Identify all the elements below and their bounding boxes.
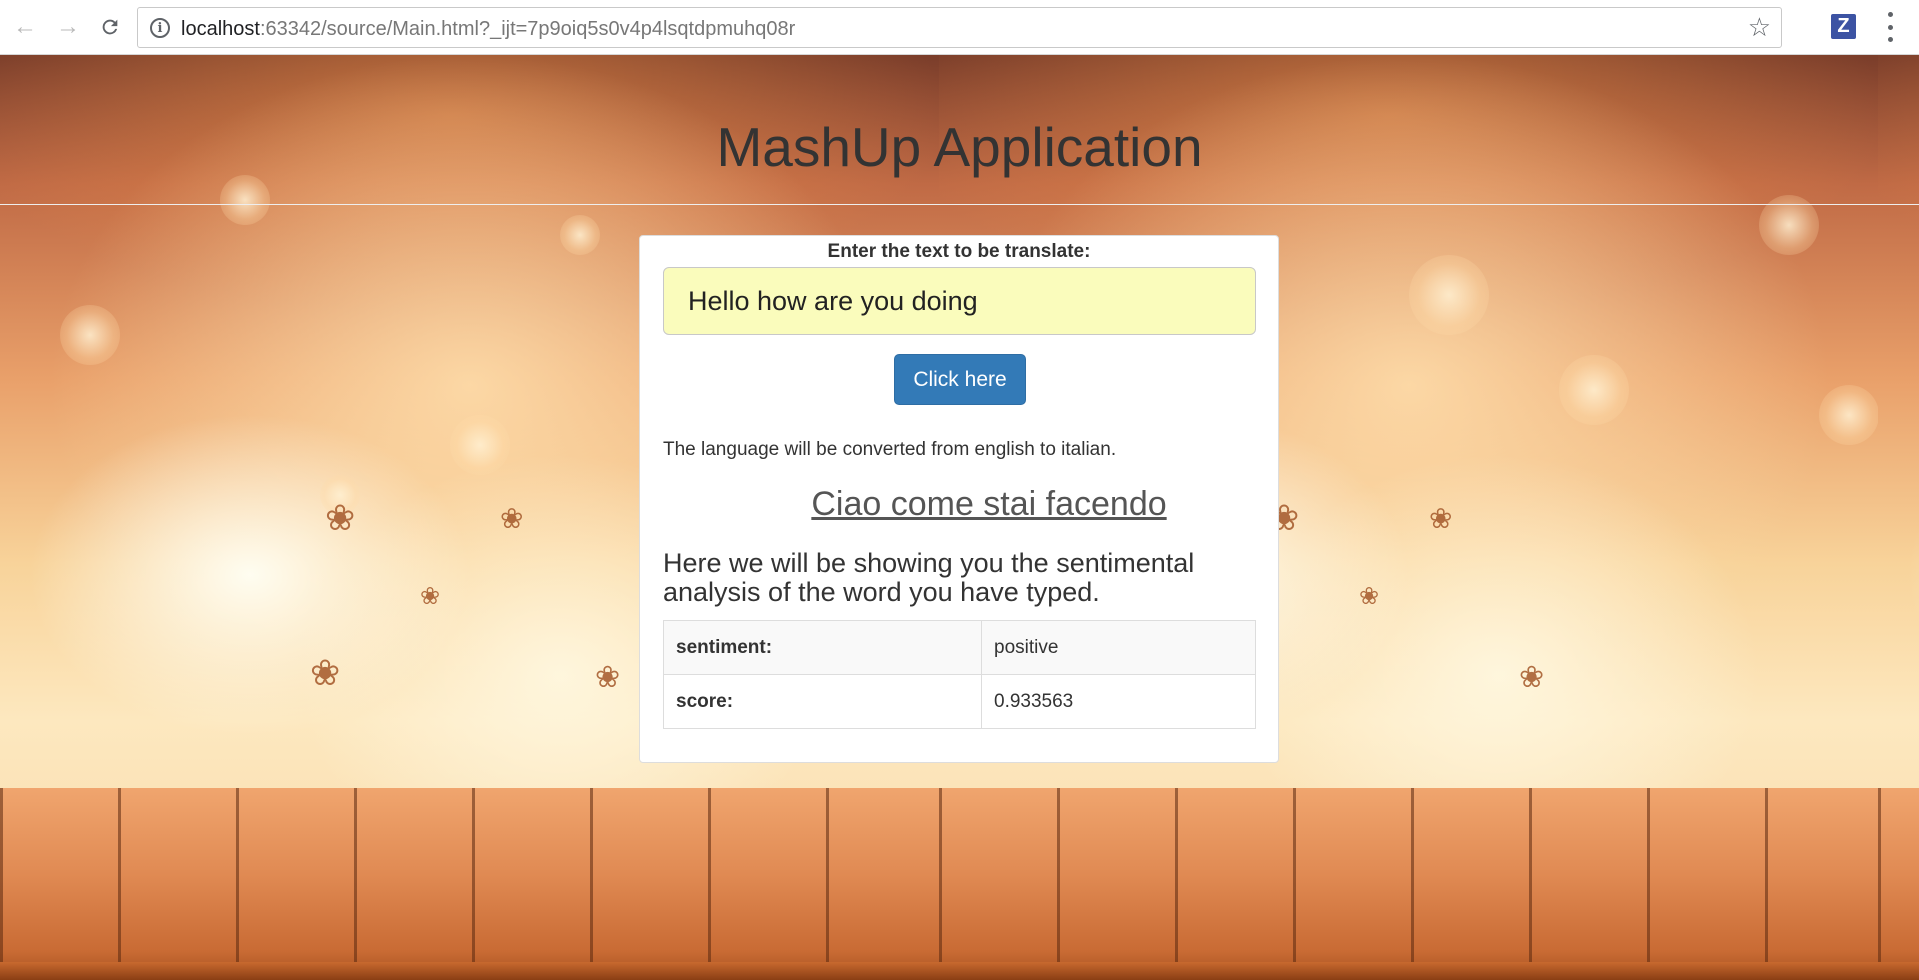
url-host: localhost [181,18,260,40]
url-text[interactable]: localhost:63342/source/Main.html?_ijt=7p… [181,18,795,41]
page-title: MashUp Application [716,116,1203,178]
butterfly-icon: ❀ [1519,661,1545,694]
table-cell-value: 0.933563 [981,674,1256,729]
reload-icon [102,19,118,35]
sentiment-description: Here we will be showing you the sentimen… [663,548,1195,607]
back-button[interactable]: ← [10,12,40,42]
background-panel [1878,55,1919,980]
table-cell-key: score: [663,674,982,729]
sentiment-table: sentiment: positive score: 0.933563 [663,620,1256,729]
wood-floor [0,788,939,980]
arrow-right-icon: → [56,13,80,40]
table-row: sentiment: positive [663,620,1256,675]
butterfly-icon: ❀ [595,661,621,694]
forward-button[interactable]: → [53,12,83,42]
url-path: :63342/source/Main.html?_ijt=7p9oiq5s0v4… [259,18,796,40]
address-bar[interactable]: i localhost:63342/source/Main.html?_ijt=… [137,7,1782,48]
language-info-text: The language will be converted from engl… [663,439,1117,460]
butterfly-icon: ❀ [325,497,356,538]
arrow-left-icon: ← [13,13,37,40]
translator-card: Enter the text to be translate: Click he… [639,235,1279,763]
table-cell-key: sentiment: [663,620,982,675]
wood-floor [1878,788,1919,980]
table-row: score: 0.933563 [663,674,1256,729]
translated-text[interactable]: Ciao come stai facendo [640,485,1278,524]
text-input[interactable] [663,267,1256,335]
header-divider [0,204,1919,205]
reload-button[interactable] [95,12,125,42]
click-here-button[interactable]: Click here [894,354,1026,405]
star-icon[interactable]: ☆ [1748,14,1771,40]
butterfly-icon: ❀ [420,583,441,610]
input-label: Enter the text to be translate: [827,241,1091,262]
butterfly-icon: ❀ [310,652,341,693]
table-cell-value: positive [981,620,1256,675]
info-icon[interactable]: i [150,18,170,38]
browser-toolbar: ← → i localhost:63342/source/Main.html?_… [0,0,1919,55]
extension-icon[interactable]: Z [1831,14,1856,39]
butterfly-icon: ❀ [500,503,524,534]
butterfly-icon: ❀ [1359,583,1380,610]
wood-floor [939,788,1878,980]
butterfly-icon: ❀ [1429,503,1453,534]
vertical-dots-icon[interactable] [1884,12,1896,42]
page-background: ❀ ❀ ❀ ❀ ❀ ❀ ❀ ❀ ❀ MashUp Application Ent… [0,55,1919,980]
